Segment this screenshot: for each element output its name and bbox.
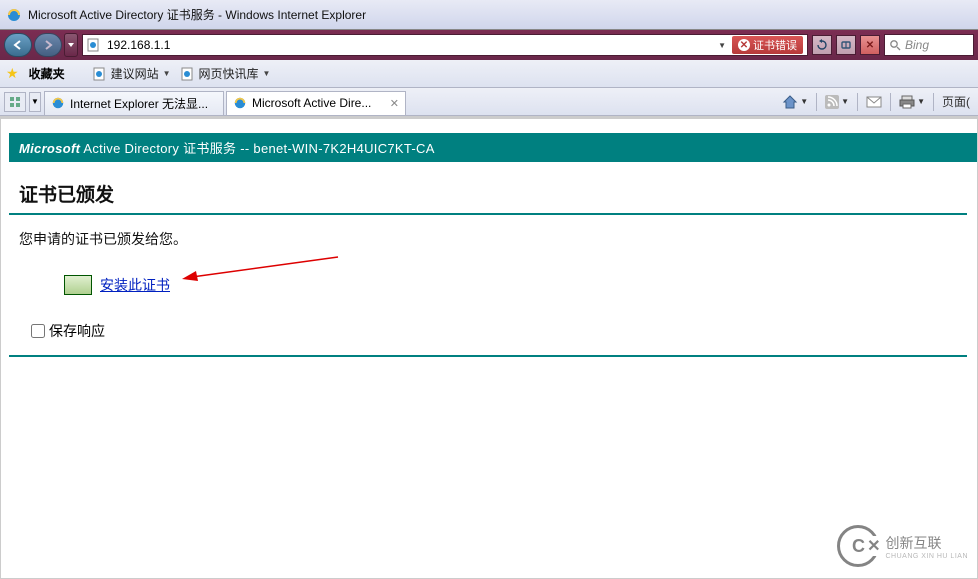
suggested-sites-link[interactable]: 建议网站 ▼	[93, 65, 171, 82]
divider	[933, 93, 934, 111]
certificate-icon	[64, 275, 92, 295]
favorites-label[interactable]: 收藏夹	[29, 65, 65, 82]
watermark-sub: CHUANG XIN HU LIAN	[885, 553, 968, 560]
tab-bar: ▼ Internet Explorer 无法显... Microsoft Act…	[0, 88, 978, 116]
banner-microsoft: Microsoft	[19, 141, 80, 156]
shield-x-icon: ✕	[738, 39, 750, 51]
tab-adcs[interactable]: Microsoft Active Dire... ✕	[226, 91, 406, 115]
chevron-down-icon: ▼	[800, 97, 808, 106]
search-icon	[889, 39, 901, 51]
divider	[857, 93, 858, 111]
tab-label: Internet Explorer 无法显...	[70, 95, 208, 112]
window-title: Microsoft Active Directory 证书服务 - Window…	[28, 6, 366, 23]
install-certificate-row: 安装此证书	[64, 275, 977, 295]
divider	[816, 93, 817, 111]
home-button[interactable]: ▼	[782, 94, 808, 110]
chevron-down-icon: ▼	[917, 97, 925, 106]
nav-buttons	[4, 33, 78, 57]
save-response-row: 保存响应	[31, 321, 977, 341]
ie-icon	[51, 96, 65, 110]
tab-cannot-display[interactable]: Internet Explorer 无法显...	[44, 91, 224, 115]
address-bar[interactable]: ▼ ✕ 证书错误	[82, 34, 808, 56]
compatibility-button[interactable]	[836, 35, 856, 55]
banner-text: Active Directory 证书服务 -- benet-WIN-7K2H4…	[80, 141, 435, 156]
webslice-label: 网页快讯库	[199, 65, 259, 82]
back-button[interactable]	[4, 33, 32, 57]
refresh-button[interactable]	[812, 35, 832, 55]
chevron-down-icon: ▼	[841, 97, 849, 106]
quick-tabs-button[interactable]	[4, 92, 26, 112]
print-button[interactable]: ▼	[899, 95, 925, 109]
save-response-label: 保存响应	[49, 321, 105, 341]
chevron-down-icon: ▼	[163, 69, 171, 78]
chevron-down-icon: ▼	[263, 69, 271, 78]
stop-button[interactable]: ✕	[860, 35, 880, 55]
feeds-button[interactable]: ▼	[825, 95, 849, 109]
save-response-checkbox[interactable]	[31, 324, 45, 338]
ie-icon	[6, 7, 22, 23]
issued-message: 您申请的证书已颁发给您。	[19, 229, 977, 249]
search-box[interactable]: Bing	[884, 34, 974, 56]
divider	[9, 213, 967, 215]
watermark: C✕ 创新互联 CHUANG XIN HU LIAN	[837, 525, 968, 567]
webslice-gallery-link[interactable]: 网页快讯库 ▼	[181, 65, 271, 82]
tab-close-button[interactable]: ✕	[390, 97, 399, 110]
page-menu[interactable]: 页面(	[942, 93, 970, 110]
page-icon	[87, 38, 101, 52]
divider	[9, 355, 967, 357]
tab-list-dropdown[interactable]: ▼	[29, 92, 41, 112]
url-input[interactable]	[107, 38, 712, 52]
adcs-banner: Microsoft Active Directory 证书服务 -- benet…	[9, 133, 977, 162]
read-mail-button[interactable]	[866, 95, 882, 109]
favorites-bar: ★ 收藏夹 建议网站 ▼ 网页快讯库 ▼	[0, 60, 978, 88]
search-placeholder: Bing	[905, 38, 929, 52]
heading-certificate-issued: 证书已颁发	[19, 180, 977, 207]
command-bar: ▼ ▼ ▼ 页面(	[782, 93, 974, 111]
install-certificate-link[interactable]: 安装此证书	[100, 275, 170, 295]
page-icon	[181, 67, 195, 81]
window-titlebar: Microsoft Active Directory 证书服务 - Window…	[0, 0, 978, 30]
page-content: Microsoft Active Directory 证书服务 -- benet…	[0, 116, 978, 579]
tab-label: Microsoft Active Dire...	[252, 96, 371, 110]
divider	[890, 93, 891, 111]
recent-pages-dropdown[interactable]	[64, 33, 78, 57]
forward-button[interactable]	[34, 33, 62, 57]
address-dropdown-icon[interactable]: ▼	[718, 41, 726, 50]
certificate-error-label: 证书错误	[753, 37, 797, 53]
certificate-error-badge[interactable]: ✕ 证书错误	[732, 36, 803, 54]
watermark-logo: C✕	[837, 525, 879, 567]
page-icon	[93, 67, 107, 81]
navigation-bar: ▼ ✕ 证书错误 ✕ Bing	[0, 30, 978, 60]
watermark-brand: 创新互联	[885, 533, 968, 553]
ie-icon	[233, 96, 247, 110]
suggested-sites-label: 建议网站	[111, 65, 159, 82]
favorites-star-icon[interactable]: ★	[6, 65, 19, 82]
